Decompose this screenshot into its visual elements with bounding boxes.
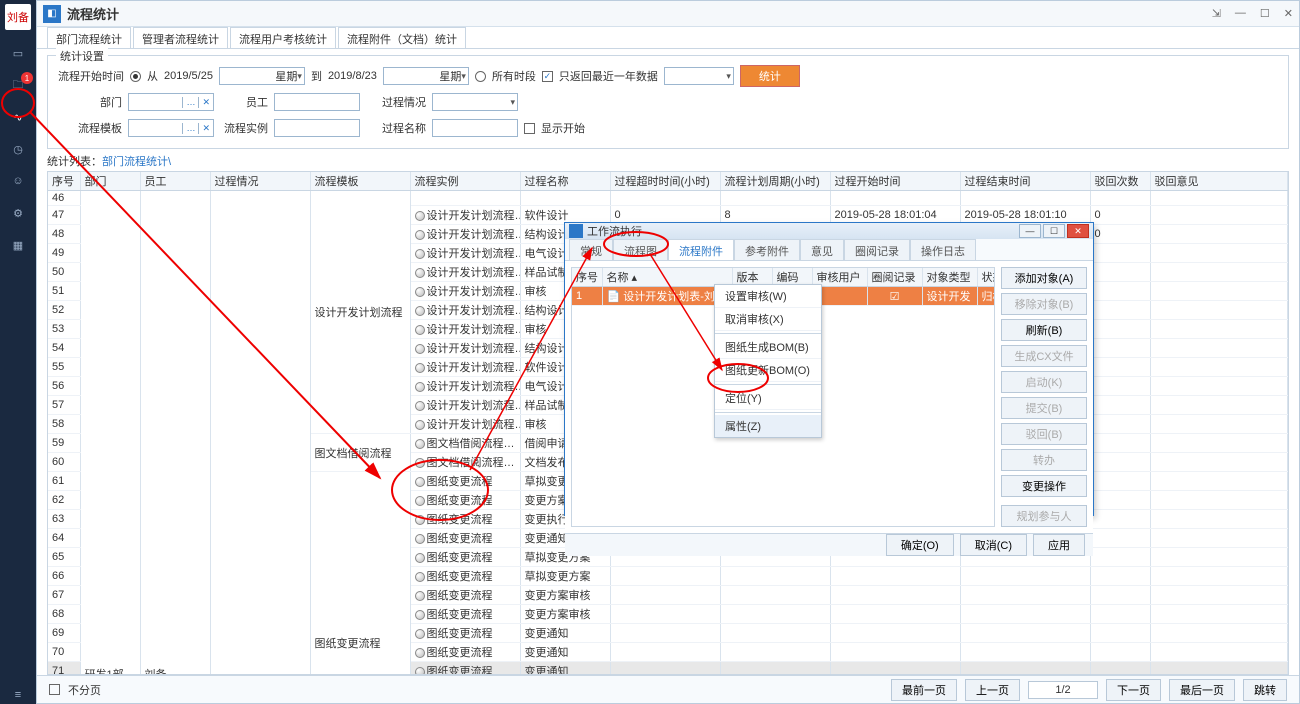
column-header[interactable]: 流程计划周期(小时) xyxy=(720,172,830,191)
column-header[interactable]: 部门 xyxy=(80,172,140,191)
context-menu: 设置审核(W) 取消审核(X) 图纸生成BOM(B) 图纸更新BOM(O) 定位… xyxy=(714,284,822,438)
weekday1-combo[interactable]: 星期 xyxy=(219,67,305,85)
add-object-button[interactable]: 添加对象(A) xyxy=(1001,267,1087,289)
dialog-sidebar: 添加对象(A) 移除对象(B) 刷新(B) 生成CX文件 启动(K) 提交(B)… xyxy=(1001,267,1087,527)
column-header[interactable]: 驳回意见 xyxy=(1150,172,1288,191)
sidebar: 刘备 ▭ 🗀1 ∿ ◷ ☺ ⚙ ▦ ≡ xyxy=(0,0,36,704)
page-indicator[interactable]: 1/2 xyxy=(1028,681,1098,699)
reject-button[interactable]: 驳回(B) xyxy=(1001,423,1087,445)
tab-attach[interactable]: 流程附件（文档）统计 xyxy=(338,27,466,48)
dialog-title: 工作流执行 xyxy=(587,223,642,239)
column-header[interactable]: 流程实例 xyxy=(410,172,520,191)
transfer-button[interactable]: 转办 xyxy=(1001,449,1087,471)
cancel-button[interactable]: 取消(C) xyxy=(960,534,1027,556)
menu-locate[interactable]: 定位(Y) xyxy=(715,387,821,410)
tab-manager[interactable]: 管理者流程统计 xyxy=(133,27,228,48)
chk-showstart[interactable] xyxy=(524,123,535,134)
maximize-icon[interactable]: ☐ xyxy=(1260,7,1270,20)
submit-button[interactable]: 提交(B) xyxy=(1001,397,1087,419)
column-header[interactable]: 驳回次数 xyxy=(1090,172,1150,191)
clock-icon[interactable]: ◷ xyxy=(9,140,27,158)
dialog-tab[interactable]: 参考附件 xyxy=(734,239,800,260)
pin-icon[interactable]: ⇲ xyxy=(1212,7,1221,20)
first-page-button[interactable]: 最前一页 xyxy=(891,679,957,701)
dialog-tab[interactable]: 流程图 xyxy=(613,239,668,260)
minimize-icon[interactable]: — xyxy=(1235,7,1246,20)
menu-properties[interactable]: 属性(Z) xyxy=(715,415,821,437)
prev-page-button[interactable]: 上一页 xyxy=(965,679,1020,701)
main-tabs: 部门流程统计 管理者流程统计 流程用户考核统计 流程附件（文档）统计 xyxy=(37,27,1299,49)
column-header[interactable]: 过程名称 xyxy=(520,172,610,191)
dialog-tab[interactable]: 操作日志 xyxy=(910,239,976,260)
inst-input[interactable] xyxy=(274,119,360,137)
window-title: 流程统计 xyxy=(67,4,119,23)
assign-button[interactable]: 规划参与人 xyxy=(1001,505,1087,527)
flow-icon[interactable]: ∿ xyxy=(9,108,27,126)
change-op-button[interactable]: 变更操作 xyxy=(1001,475,1087,497)
menu-cancel-review[interactable]: 取消审核(X) xyxy=(715,308,821,331)
dept-lookup[interactable]: …✕ xyxy=(128,93,214,111)
from-date[interactable]: 2019/5/25 xyxy=(164,70,213,82)
dialog-tab[interactable]: 圈阅记录 xyxy=(844,239,910,260)
remove-object-button[interactable]: 移除对象(B) xyxy=(1001,293,1087,315)
tpl-lookup[interactable]: …✕ xyxy=(128,119,214,137)
to-date[interactable]: 2019/8/23 xyxy=(328,70,377,82)
workflow-dialog: 工作流执行 — ☐ ✕ 常规流程图流程附件参考附件意见圈阅记录操作日志 序号名称… xyxy=(564,222,1094,516)
last-page-button[interactable]: 最后一页 xyxy=(1169,679,1235,701)
menu-gen-bom[interactable]: 图纸生成BOM(B) xyxy=(715,336,821,359)
column-header[interactable]: 流程模板 xyxy=(310,172,410,191)
column-header[interactable]: 序号 xyxy=(48,172,80,191)
column-header[interactable]: 过程开始时间 xyxy=(830,172,960,191)
dlg-close-icon[interactable]: ✕ xyxy=(1067,224,1089,238)
dialog-icon xyxy=(569,224,583,238)
pager: 不分页 最前一页 上一页 1/2 下一页 最后一页 跳转 xyxy=(37,675,1299,703)
tab-user[interactable]: 流程用户考核统计 xyxy=(230,27,336,48)
breadcrumb-link[interactable]: 部门流程统计\ xyxy=(102,156,171,168)
menu-set-review[interactable]: 设置审核(W) xyxy=(715,285,821,308)
column-header[interactable]: 过程情况 xyxy=(210,172,310,191)
avatar[interactable]: 刘备 xyxy=(5,4,31,30)
gen-file-button[interactable]: 生成CX文件 xyxy=(1001,345,1087,367)
dialog-tab[interactable]: 常规 xyxy=(569,239,613,260)
user-icon[interactable]: ☺ xyxy=(9,172,27,190)
gear-icon[interactable]: ⚙ xyxy=(9,204,27,222)
monitor-icon[interactable]: ▭ xyxy=(9,44,27,62)
column-header[interactable]: 过程结束时间 xyxy=(960,172,1090,191)
folder-icon[interactable]: 🗀1 xyxy=(9,76,27,94)
settings-legend: 统计设置 xyxy=(56,48,108,64)
start-button[interactable]: 启动(K) xyxy=(1001,371,1087,393)
weekday2-combo[interactable]: 星期 xyxy=(383,67,469,85)
dlg-maximize-icon[interactable]: ☐ xyxy=(1043,224,1065,238)
time-label: 流程开始时间 xyxy=(58,68,124,84)
menu-update-bom[interactable]: 图纸更新BOM(O) xyxy=(715,359,821,382)
close-icon[interactable]: ✕ xyxy=(1284,7,1293,20)
settings-panel: 统计设置 流程开始时间 从 2019/5/25 星期 到 2019/8/23 星… xyxy=(47,55,1289,149)
emp-input[interactable] xyxy=(274,93,360,111)
chk-year[interactable] xyxy=(542,71,553,82)
dlg-minimize-icon[interactable]: — xyxy=(1019,224,1041,238)
status-combo[interactable] xyxy=(432,93,518,111)
menu-icon[interactable]: ≡ xyxy=(9,686,27,704)
grid-icon[interactable]: ▦ xyxy=(9,236,27,254)
tab-dept[interactable]: 部门流程统计 xyxy=(47,27,131,48)
app-icon: ◧ xyxy=(43,5,61,23)
dialog-tab[interactable]: 意见 xyxy=(800,239,844,260)
chk-nopage[interactable] xyxy=(49,684,60,695)
dialog-tab[interactable]: 流程附件 xyxy=(668,239,734,260)
goto-button[interactable]: 跳转 xyxy=(1243,679,1287,701)
column-header[interactable]: 员工 xyxy=(140,172,210,191)
apply-button[interactable]: 应用 xyxy=(1033,534,1085,556)
radio-range[interactable] xyxy=(130,71,141,82)
column-header[interactable]: 过程超时时间(小时) xyxy=(610,172,720,191)
ok-button[interactable]: 确定(O) xyxy=(886,534,954,556)
refresh-button[interactable]: 刷新(B) xyxy=(1001,319,1087,341)
next-page-button[interactable]: 下一页 xyxy=(1106,679,1161,701)
breadcrumb: 统计列表：部门流程统计\ xyxy=(37,151,1299,171)
year-combo[interactable] xyxy=(664,67,734,85)
titlebar: ◧ 流程统计 ⇲ — ☐ ✕ xyxy=(37,1,1299,27)
table-row[interactable]: 46研发1部刘备如期已完成(108)设计开发计划流程 xyxy=(48,191,1288,206)
name-input[interactable] xyxy=(432,119,518,137)
radio-all[interactable] xyxy=(475,71,486,82)
stat-button[interactable]: 统计 xyxy=(740,65,800,87)
